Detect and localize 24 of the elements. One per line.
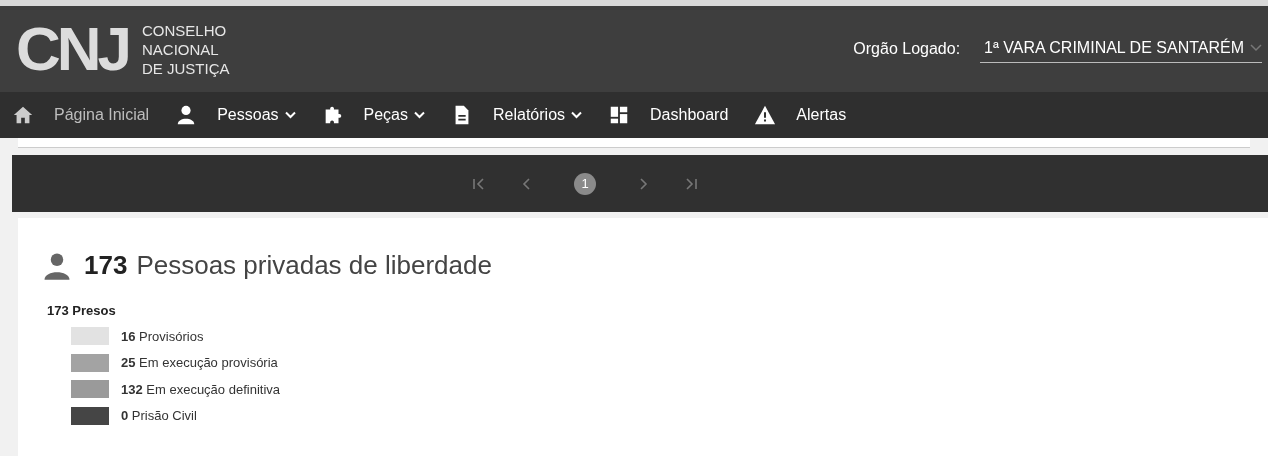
count-heading: 173 — [84, 249, 128, 282]
orgao-label: Orgão Logado: — [853, 39, 961, 59]
nav-item[interactable]: Relatórios — [451, 103, 583, 127]
first-page-icon[interactable] — [472, 176, 486, 191]
orgao-select[interactable]: 1ª VARA CRIMINAL DE SANTARÉM — [980, 35, 1262, 63]
logo-text: NACIONAL — [142, 39, 220, 59]
legend-label: 16 Provisórios — [121, 327, 204, 346]
caret-icon — [1250, 43, 1262, 52]
last-page-icon[interactable] — [684, 176, 698, 191]
logo-text: CONSELHO — [142, 20, 228, 40]
legend-label: 25 Em execução provisória — [121, 354, 278, 372]
page-heading: Pessoas privadas de liberdade — [136, 249, 492, 282]
total-label: 173 Presos — [47, 302, 117, 320]
nav-item[interactable]: Alertas — [754, 103, 847, 127]
legend-label: 0 Prisão Civil — [121, 407, 197, 425]
home-icon — [12, 104, 34, 126]
logo-text: DE JUSTIÇA — [142, 58, 230, 78]
nav-item[interactable]: Dashboard — [608, 103, 729, 127]
warning-icon — [754, 104, 777, 126]
nav-item[interactable]: Página Inicial — [12, 103, 150, 127]
logo-mark: CNJ — [16, 18, 129, 80]
legend-label: 132 Em execução definitiva — [121, 380, 280, 399]
nav-item[interactable]: Pessoas — [175, 103, 296, 127]
nav-item[interactable]: Peças — [321, 103, 425, 127]
